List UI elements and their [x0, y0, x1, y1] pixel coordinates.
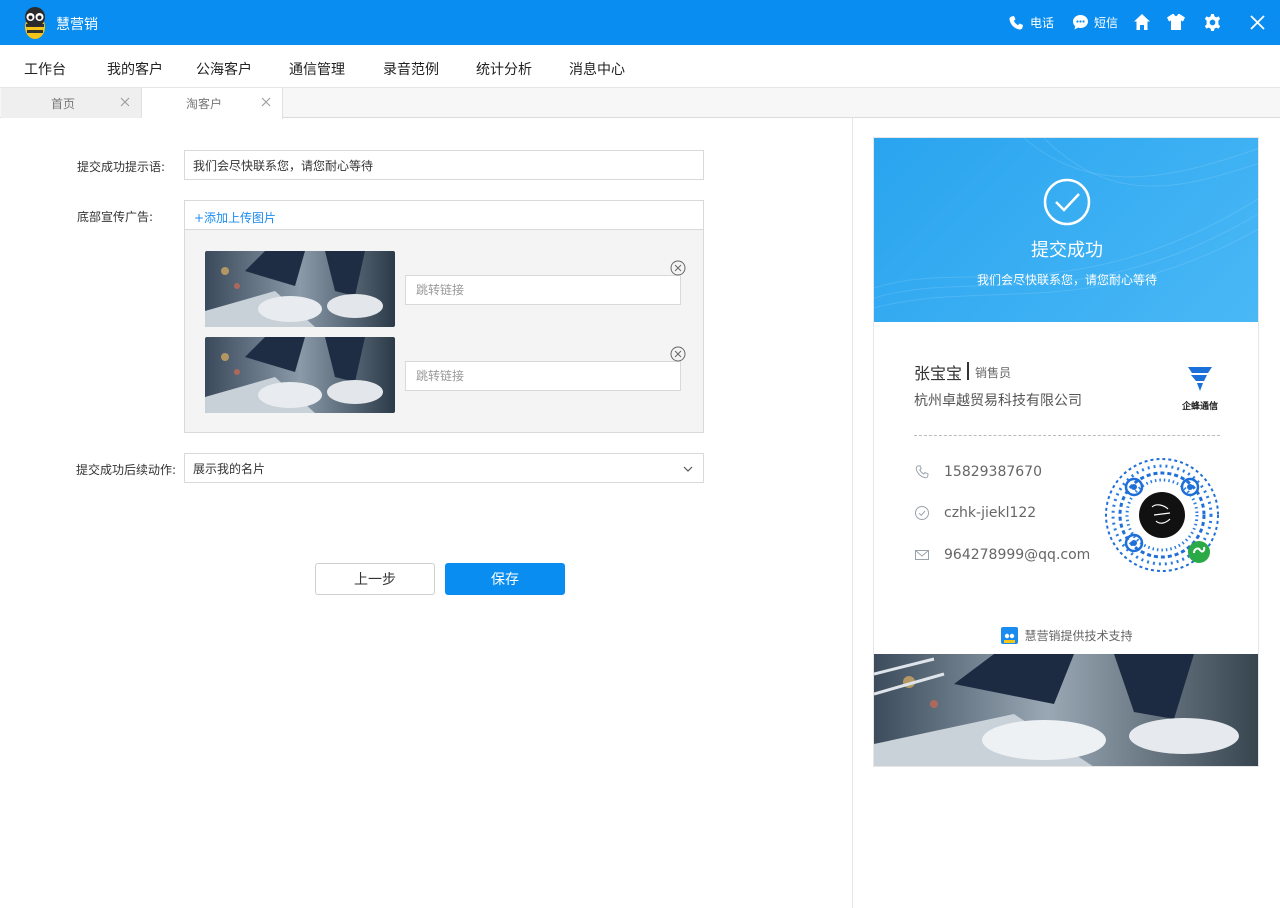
- success-message: 我们会尽快联系您，请您耐心等待: [976, 273, 1157, 287]
- phone-button[interactable]: 电话: [1008, 14, 1054, 31]
- menu-item-workbench[interactable]: 工作台: [24, 59, 66, 79]
- dashed-divider: [914, 435, 1220, 436]
- success-banner: 提交成功 我们会尽快联系您，请您耐心等待: [874, 138, 1258, 322]
- after-action-value: 展示我的名片: [193, 461, 266, 476]
- wave-pattern: [874, 138, 1258, 309]
- tshirt-icon: [1167, 14, 1185, 30]
- gear-icon: [1204, 13, 1221, 32]
- sms-button[interactable]: 短信: [1072, 14, 1118, 31]
- skin-button[interactable]: [1166, 13, 1186, 31]
- mail-icon: [915, 550, 929, 560]
- company-logo: 企蜂通信: [1177, 365, 1223, 412]
- app-title: 慧营销: [56, 17, 98, 33]
- chat-bubble-icon: [1073, 15, 1088, 30]
- check-circle-icon: [1043, 178, 1091, 226]
- save-button[interactable]: 保存: [445, 563, 565, 595]
- title-bar: 慧营销 电话 短信: [0, 0, 1280, 45]
- menu-item-statistics[interactable]: 统计分析: [476, 59, 532, 79]
- bee-logo-icon: [25, 7, 45, 39]
- ad-upload-panel: +添加上传图片: [184, 200, 704, 433]
- chevron-down-icon: [683, 466, 693, 472]
- close-icon: [1250, 15, 1265, 30]
- preview-card: 提交成功 我们会尽快联系您，请您耐心等待 张宝宝 销售员 杭州卓越贸易科技有限公…: [873, 137, 1259, 767]
- success-title: 提交成功: [1031, 240, 1103, 261]
- contact-wechat: czhk-jiekl122: [914, 503, 1036, 523]
- app-mini-logo-icon: [1001, 627, 1019, 644]
- contact-email-value: 964278999@qq.com: [944, 547, 1091, 563]
- close-icon[interactable]: [260, 96, 272, 108]
- ad-image-thumbnail: [205, 337, 395, 413]
- jump-link-input[interactable]: [405, 361, 681, 391]
- ad-label: 底部宣传广告:: [77, 210, 154, 224]
- success-tip-label: 提交成功提示语:: [77, 160, 166, 174]
- card-ad-banner: [874, 654, 1258, 766]
- tab-home[interactable]: 首页: [1, 88, 142, 118]
- contact-phone-value: 15829387670: [944, 464, 1042, 480]
- phone-icon: [1009, 15, 1023, 30]
- wechat-icon: [915, 506, 929, 520]
- after-action-label: 提交成功后续动作:: [76, 463, 177, 477]
- vertical-divider: [852, 118, 853, 908]
- close-window-button[interactable]: [1250, 15, 1265, 30]
- close-icon[interactable]: [119, 96, 131, 108]
- home-icon: [1134, 14, 1150, 30]
- contact-name: 张宝宝: [914, 364, 963, 383]
- menu-item-recording-examples[interactable]: 录音范例: [383, 59, 439, 79]
- contact-email: 964278999@qq.com: [914, 545, 1090, 565]
- remove-circle-icon[interactable]: [670, 260, 686, 276]
- separator: [967, 362, 969, 380]
- tab-find-customers[interactable]: 淘客户: [142, 88, 283, 119]
- mini-program-qr-code: [1105, 458, 1219, 572]
- add-image-link[interactable]: +添加上传图片: [194, 209, 276, 226]
- menu-item-my-customers[interactable]: 我的客户: [107, 59, 163, 79]
- home-button[interactable]: [1133, 13, 1151, 31]
- success-tip-input[interactable]: 我们会尽快联系您，请您耐心等待: [184, 150, 704, 180]
- company-logo-text: 企蜂通信: [1181, 402, 1218, 412]
- phone-icon: [915, 465, 929, 479]
- phone-label: 电话: [1030, 16, 1055, 30]
- powered-by-text: 慧营销提供技术支持: [1024, 629, 1133, 643]
- jump-link-input[interactable]: [405, 275, 681, 305]
- company-name: 杭州卓越贸易科技有限公司: [914, 393, 1082, 409]
- previous-step-button[interactable]: 上一步: [315, 563, 435, 595]
- menu-item-public-customers[interactable]: 公海客户: [196, 59, 252, 79]
- contact-wechat-value: czhk-jiekl122: [944, 505, 1037, 521]
- remove-circle-icon[interactable]: [670, 346, 686, 362]
- menu-item-communication[interactable]: 通信管理: [289, 59, 345, 79]
- after-action-select[interactable]: 展示我的名片: [184, 453, 704, 483]
- sms-label: 短信: [1094, 16, 1119, 30]
- main-menu: 工作台 我的客户 公海客户 通信管理 录音范例 统计分析 消息中心: [0, 45, 1280, 88]
- upload-header: +添加上传图片: [185, 201, 703, 230]
- tab-bar: 首页 淘客户: [0, 88, 1280, 119]
- ad-image-thumbnail: [205, 251, 395, 327]
- settings-button[interactable]: [1203, 13, 1222, 32]
- company-logo-mark-icon: [1188, 367, 1212, 391]
- menu-item-messages[interactable]: 消息中心: [569, 59, 625, 79]
- contact-role: 销售员: [975, 366, 1012, 380]
- powered-by: 慧营销提供技术支持: [874, 627, 1258, 644]
- contact-phone: 15829387670: [914, 462, 1042, 482]
